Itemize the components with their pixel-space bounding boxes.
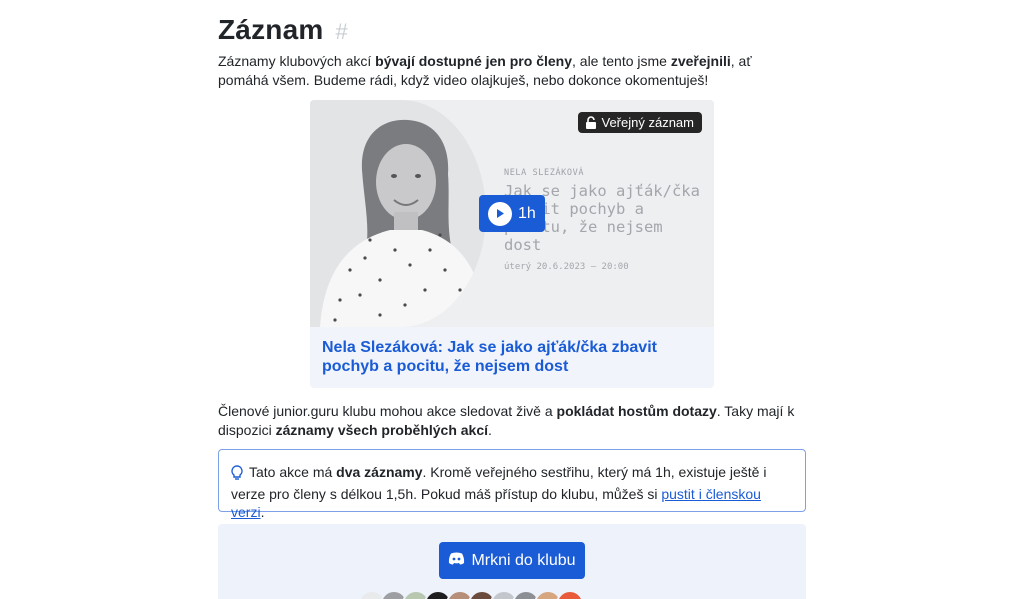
club-cta: Mrkni do klubu	[218, 524, 806, 599]
thumbnail-date: úterý 20.6.2023 — 20:00	[504, 262, 629, 272]
thumbnail-speaker: NELA SLEZÁKOVÁ	[504, 168, 585, 178]
video-title-link[interactable]: Nela Slezáková: Jak se jako ajťák/čka zb…	[322, 339, 702, 376]
play-button[interactable]: 1h	[479, 195, 545, 232]
lightbulb-icon	[231, 465, 243, 485]
anchor-link[interactable]: #	[335, 19, 347, 45]
section-title: Záznam	[218, 14, 324, 45]
speaker-photo	[310, 100, 486, 327]
member-avatars	[358, 590, 584, 599]
video-card[interactable]: Veřejný záznam NELA SLEZÁKOVÁ Jak se jak…	[310, 100, 714, 388]
unlock-icon	[585, 116, 597, 129]
club-button[interactable]: Mrkni do klubu	[439, 542, 585, 579]
public-recording-badge: Veřejný záznam	[577, 112, 702, 133]
video-thumbnail[interactable]: Veřejný záznam NELA SLEZÁKOVÁ Jak se jak…	[310, 100, 714, 327]
section-heading: Záznam #	[218, 14, 348, 46]
members-text: Členové junior.guru klubu mohou akce sle…	[218, 403, 795, 438]
info-note: Tato akce má dva záznamy. Kromě veřejnéh…	[218, 449, 806, 520]
discord-icon	[448, 552, 465, 570]
avatar	[556, 590, 584, 599]
intro-text: Záznamy klubových akcí bývají dostupné j…	[218, 53, 752, 88]
play-icon	[488, 201, 512, 226]
duration-label: 1h	[518, 204, 536, 222]
